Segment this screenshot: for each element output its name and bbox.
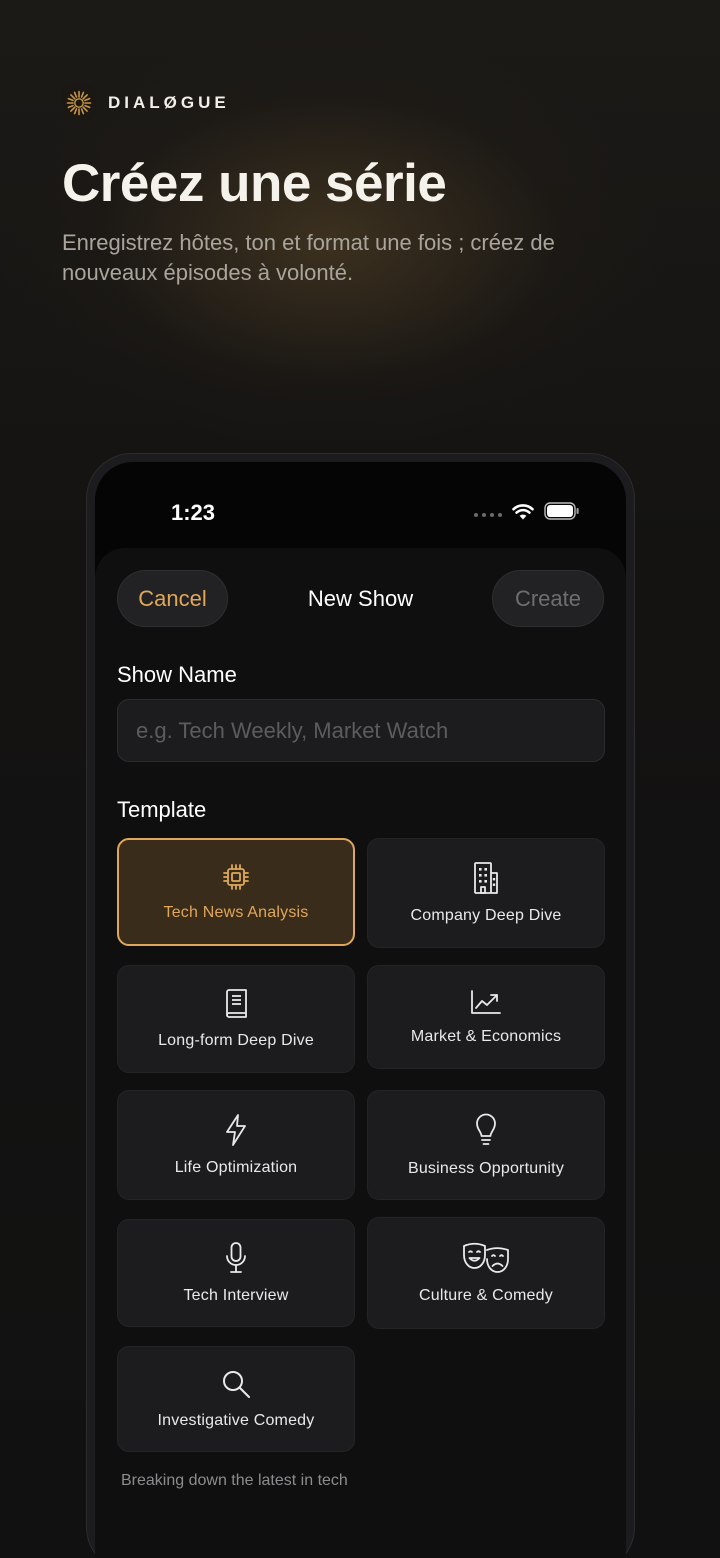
wifi-icon bbox=[512, 503, 534, 519]
status-icons bbox=[474, 502, 580, 520]
template-label-text: Market & Economics bbox=[410, 1028, 562, 1045]
template-card-culture-comedy[interactable]: Culture & Comedy bbox=[367, 1217, 605, 1329]
lightning-icon bbox=[226, 1114, 246, 1146]
template-card-investigative-comedy[interactable]: Investigative Comedy bbox=[117, 1346, 355, 1452]
template-description: Breaking down the latest in tech bbox=[121, 1472, 348, 1489]
show-name-input[interactable] bbox=[117, 699, 605, 762]
magnifying-glass-icon bbox=[223, 1371, 250, 1398]
brand-header: DIALØGUE bbox=[62, 86, 230, 120]
hero-subtitle: Enregistrez hôtes, ton et format une foi… bbox=[62, 230, 555, 285]
template-label-text: Tech News Analysis bbox=[163, 904, 309, 921]
template-label-text: Tech Interview bbox=[183, 1287, 289, 1304]
template-label: Template bbox=[117, 797, 207, 822]
template-label-text: Company Deep Dive bbox=[410, 907, 562, 924]
template-card-long-form-deep-dive[interactable]: Long-form Deep Dive bbox=[117, 965, 355, 1073]
microphone-icon bbox=[226, 1242, 246, 1273]
promo-page: DIALØGUE Créez une série Enregistrez hôt… bbox=[0, 0, 720, 1558]
template-label-text: Culture & Comedy bbox=[419, 1287, 553, 1304]
template-card-company-deep-dive[interactable]: Company Deep Dive bbox=[367, 838, 605, 948]
template-card-tech-interview[interactable]: Tech Interview bbox=[117, 1219, 355, 1327]
template-card-life-optimization[interactable]: Life Optimization bbox=[117, 1090, 355, 1200]
template-label-text: Long-form Deep Dive bbox=[158, 1032, 314, 1049]
theater-masks-icon bbox=[463, 1242, 509, 1273]
brand-name: DIALØGUE bbox=[108, 93, 230, 112]
lightbulb-icon bbox=[476, 1113, 496, 1145]
signal-dots-icon bbox=[474, 513, 502, 517]
battery-icon bbox=[544, 502, 579, 520]
phone-frame: 1:23 Cancel New Show Create Show Name e.… bbox=[86, 453, 635, 1558]
template-label-text: Investigative Comedy bbox=[157, 1412, 315, 1429]
book-icon bbox=[226, 989, 247, 1018]
show-name-label: Show Name bbox=[117, 662, 237, 687]
trend-chart-icon bbox=[471, 990, 501, 1014]
cpu-chip-icon bbox=[223, 864, 249, 890]
template-label-text: Life Optimization bbox=[174, 1159, 298, 1176]
create-button[interactable]: Create bbox=[492, 570, 604, 627]
cancel-button[interactable]: Cancel bbox=[117, 570, 228, 627]
building-icon bbox=[474, 862, 498, 894]
status-time: 1:23 bbox=[171, 500, 216, 525]
new-show-sheet: Cancel New Show Create Show Name Templat… bbox=[95, 548, 626, 1558]
hero-title: Créez une série bbox=[62, 154, 447, 213]
template-card-market-economics[interactable]: Market & Economics bbox=[367, 965, 605, 1069]
sunburst-icon bbox=[62, 86, 96, 120]
template-card-tech-news-analysis[interactable]: Tech News Analysis bbox=[117, 838, 355, 946]
phone-screen: 1:23 Cancel New Show Create Show Name e.… bbox=[95, 462, 626, 1558]
template-card-business-opportunity[interactable]: Business Opportunity bbox=[367, 1090, 605, 1200]
template-label-text: Business Opportunity bbox=[407, 1160, 565, 1177]
